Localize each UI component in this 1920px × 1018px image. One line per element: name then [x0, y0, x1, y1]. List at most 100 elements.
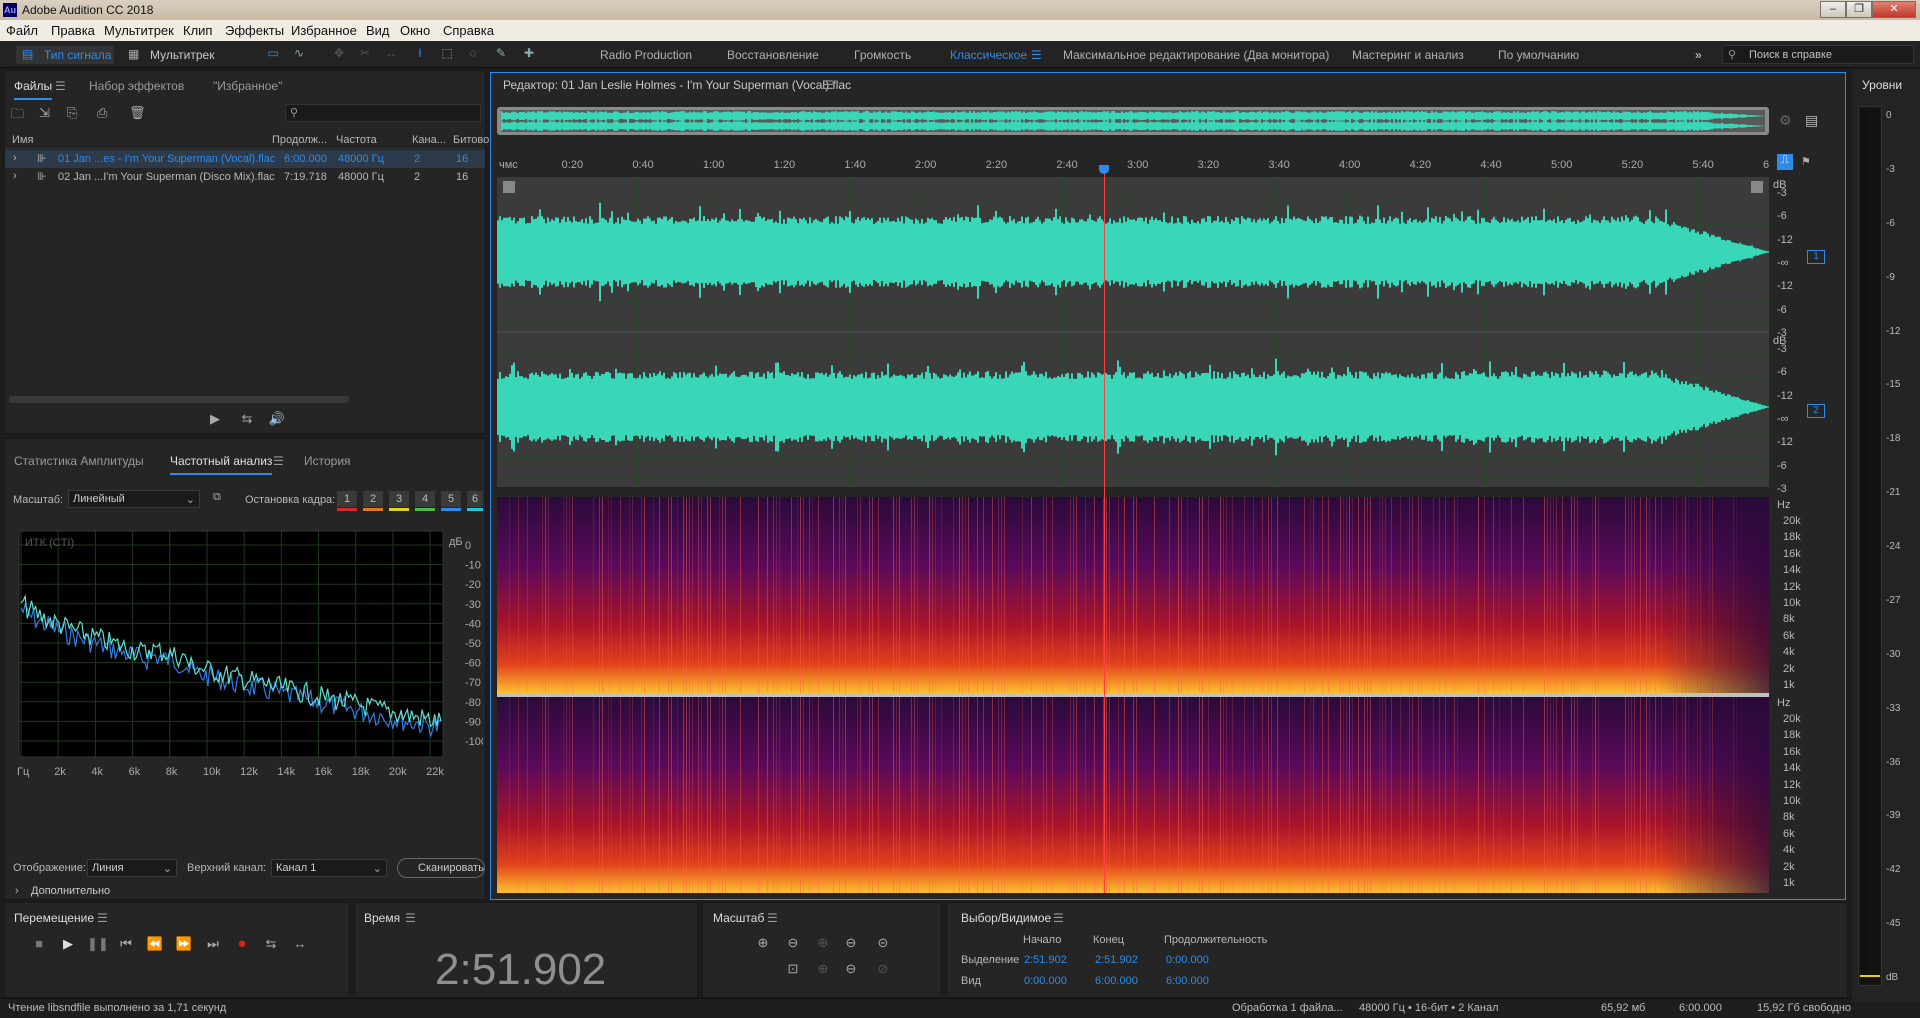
open-file-icon[interactable]: 🗀: [11, 105, 24, 127]
scale-select[interactable]: Линейный ⌄: [68, 490, 200, 508]
workspace-loudness[interactable]: Громкость: [854, 48, 911, 62]
playhead[interactable]: [1104, 168, 1106, 893]
col-name[interactable]: Имя: [12, 134, 33, 146]
skip-selection-icon[interactable]: ↔: [290, 936, 310, 951]
freeze-slot-3[interactable]: 3: [389, 491, 409, 511]
slip-tool-icon[interactable]: ↔: [382, 46, 400, 62]
loop-icon[interactable]: ⇆: [261, 936, 281, 952]
view-end[interactable]: 6:00.000: [1095, 975, 1138, 987]
tab-amplitude-stats[interactable]: Статистика Амплитуды: [14, 454, 144, 468]
channel-1-toggle[interactable]: 1: [1807, 250, 1825, 264]
workspace-restoration[interactable]: Восстановление: [727, 48, 819, 62]
pause-icon[interactable]: ❚❚: [87, 936, 109, 952]
expand-icon[interactable]: ›: [13, 152, 17, 164]
col-rate[interactable]: Частота: [336, 134, 377, 146]
zoom-out-time-icon[interactable]: ⊖: [841, 935, 861, 951]
play-preview-icon[interactable]: ▶: [205, 411, 225, 427]
waveform-view-button[interactable]: ▤ Тип сигнала: [16, 46, 114, 64]
file-row[interactable]: › ⊪ 02 Jan ...I'm Your Superman (Disco M…: [5, 168, 485, 186]
workspace-radio-production[interactable]: Radio Production: [600, 48, 692, 62]
view-start[interactable]: 0:00.000: [1024, 975, 1067, 987]
zoom-out-amplitude-icon[interactable]: ⊖: [783, 935, 803, 951]
menu-effects[interactable]: Эффекты: [225, 23, 284, 38]
analysis-panel-menu-icon[interactable]: ☰: [273, 454, 284, 468]
view-duration[interactable]: 6:00.000: [1166, 975, 1209, 987]
expand-icon[interactable]: ›: [15, 885, 19, 897]
tab-frequency-analysis[interactable]: Частотный анализ: [170, 454, 273, 475]
menu-edit[interactable]: Правка: [51, 23, 95, 38]
time-menu-icon[interactable]: ☰: [405, 911, 416, 925]
multitrack-view-button[interactable]: ▦ Мультитрек: [126, 46, 222, 64]
record-icon[interactable]: ●: [232, 935, 252, 952]
razor-tool-icon[interactable]: ✂: [356, 46, 374, 62]
workspace-mastering[interactable]: Мастеринг и анализ: [1352, 48, 1464, 62]
fast-forward-icon[interactable]: ⏩: [174, 936, 194, 952]
menu-help[interactable]: Справка: [443, 23, 494, 38]
scan-button[interactable]: Сканировать: [397, 858, 485, 878]
brush-tool-icon[interactable]: ✎: [492, 46, 510, 62]
selection-end[interactable]: 2:51.902: [1095, 954, 1138, 966]
files-panel-menu-icon[interactable]: ☰: [55, 79, 66, 93]
zoom-to-fit-icon[interactable]: ⚙: [1779, 112, 1792, 129]
freeze-slot-1[interactable]: 1: [337, 491, 357, 511]
freeze-slot-5[interactable]: 5: [441, 491, 461, 511]
spot-healing-tool-icon[interactable]: ✚: [520, 46, 538, 62]
file-row[interactable]: › ⊪ 01 Jan ...es - I'm Your Superman (Vo…: [5, 150, 485, 168]
files-search-input[interactable]: ⚲: [285, 104, 481, 122]
col-duration[interactable]: Продолж...: [272, 134, 327, 146]
tab-effects-rack[interactable]: Набор эффектов: [89, 79, 184, 93]
restore-icon[interactable]: ❐: [1846, 1, 1872, 18]
menu-file[interactable]: Файл: [6, 23, 38, 38]
channel-2-toggle[interactable]: 2: [1807, 404, 1825, 418]
move-tool-icon[interactable]: ✥: [330, 46, 348, 62]
files-horizontal-scrollbar[interactable]: [9, 396, 349, 403]
col-channels[interactable]: Кана...: [412, 134, 446, 146]
advanced-section[interactable]: Дополнительно: [31, 885, 110, 897]
import-icon[interactable]: ⇲: [39, 105, 50, 121]
menu-window[interactable]: Окно: [400, 23, 430, 38]
time-ruler[interactable]: чмс 0:20 0:40 1:00 1:20 1:40 2:00 2:20 2:40 3:00…: [497, 153, 1769, 175]
editor-menu-icon[interactable]: ☰: [823, 78, 834, 92]
delete-icon[interactable]: 🗑: [129, 105, 146, 121]
selection-duration[interactable]: 0:00.000: [1166, 954, 1209, 966]
display-select[interactable]: Линия ⌄: [87, 859, 177, 877]
play-icon[interactable]: ▶: [58, 936, 78, 952]
col-bits[interactable]: Битово: [453, 134, 489, 146]
toggle-overview-icon[interactable]: ▤: [1805, 112, 1818, 129]
zoom-in-left-icon[interactable]: ⊕: [813, 961, 833, 977]
zoom-in-time-icon[interactable]: ⊕: [813, 935, 833, 951]
menu-clip[interactable]: Клип: [183, 23, 212, 38]
overview-navigator[interactable]: [497, 107, 1769, 135]
zoom-in-right-icon[interactable]: ⊖: [841, 961, 861, 977]
workspace-menu-icon[interactable]: ☰: [1031, 48, 1042, 62]
waveform-display[interactable]: [497, 177, 1769, 487]
zoom-in-amplitude-icon[interactable]: ⊕: [753, 935, 773, 951]
tab-history[interactable]: История: [304, 454, 351, 468]
zoom-menu-icon[interactable]: ☰: [767, 911, 778, 925]
insert-multitrack-icon[interactable]: ⎙: [97, 105, 107, 121]
selection-start[interactable]: 2:51.902: [1024, 954, 1067, 966]
help-search-input[interactable]: ⚲ Поиск в справке: [1722, 45, 1914, 64]
transport-menu-icon[interactable]: ☰: [97, 911, 108, 925]
freeze-slot-4[interactable]: 4: [415, 491, 435, 511]
freeze-slot-2[interactable]: 2: [363, 491, 383, 511]
workspace-max-editing[interactable]: Максимальное редактирование (Два монитор…: [1063, 48, 1329, 62]
zoom-to-selection-icon[interactable]: ⊡: [783, 961, 803, 977]
zoom-out-full-icon[interactable]: ⊝: [873, 935, 893, 951]
zoom-reset-icon[interactable]: ⊘: [873, 961, 893, 977]
menu-favorites[interactable]: Избранное: [291, 23, 357, 38]
stop-icon[interactable]: ■: [29, 936, 49, 951]
menu-view[interactable]: Вид: [366, 23, 390, 38]
expand-icon[interactable]: ›: [13, 170, 17, 182]
tab-files[interactable]: Файлы: [14, 79, 53, 100]
lasso-tool-icon[interactable]: ◌: [464, 46, 482, 62]
workspace-default[interactable]: По умолчанию: [1498, 48, 1579, 62]
new-file-icon[interactable]: ⎘: [67, 105, 77, 121]
marker-icon[interactable]: ⚑: [1801, 155, 1811, 168]
marquee-tool-icon[interactable]: ⬚: [438, 46, 456, 62]
channel-select[interactable]: Канал 1 ⌄: [271, 859, 387, 877]
rewind-icon[interactable]: ⏪: [145, 936, 165, 952]
loop-preview-icon[interactable]: ⇆: [237, 411, 257, 427]
selection-menu-icon[interactable]: ☰: [1053, 911, 1064, 925]
time-selection-tool-icon[interactable]: I: [411, 46, 429, 62]
